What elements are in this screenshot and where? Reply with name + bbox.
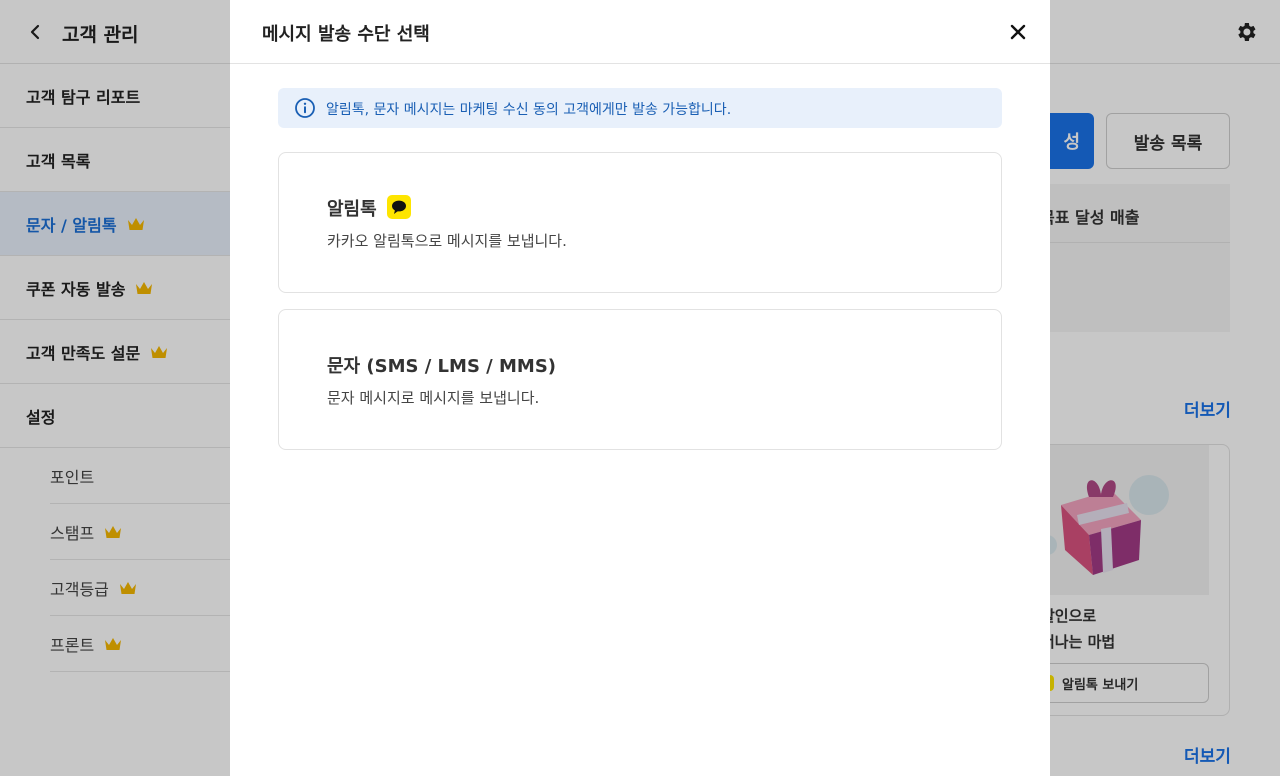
info-icon: [295, 98, 315, 118]
option-sms[interactable]: 문자 (SMS / LMS / MMS) 문자 메시지로 메시지를 보냅니다.: [278, 309, 1002, 450]
option-title: 문자 (SMS / LMS / MMS): [327, 356, 557, 377]
option-description: 카카오 알림톡으로 메시지를 보냅니다.: [327, 232, 567, 250]
option-description: 문자 메시지로 메시지를 보냅니다.: [327, 389, 540, 407]
info-banner: 알림톡, 문자 메시지는 마케팅 수신 동의 고객에게만 발송 가능합니다.: [278, 88, 1002, 128]
close-icon[interactable]: [1004, 18, 1032, 46]
kakao-talk-icon: [387, 195, 411, 219]
select-send-method-modal: 메시지 발송 수단 선택 알림톡, 문자 메시지는 마케팅 수신 동의 고객에게…: [230, 0, 1050, 776]
option-title: 알림톡: [327, 199, 377, 220]
modal-header: 메시지 발송 수단 선택: [230, 0, 1050, 64]
modal-title: 메시지 발송 수단 선택: [262, 24, 430, 45]
option-alimtalk[interactable]: 알림톡 카카오 알림톡으로 메시지를 보냅니다.: [278, 152, 1002, 293]
info-text: 알림톡, 문자 메시지는 마케팅 수신 동의 고객에게만 발송 가능합니다.: [326, 102, 732, 118]
